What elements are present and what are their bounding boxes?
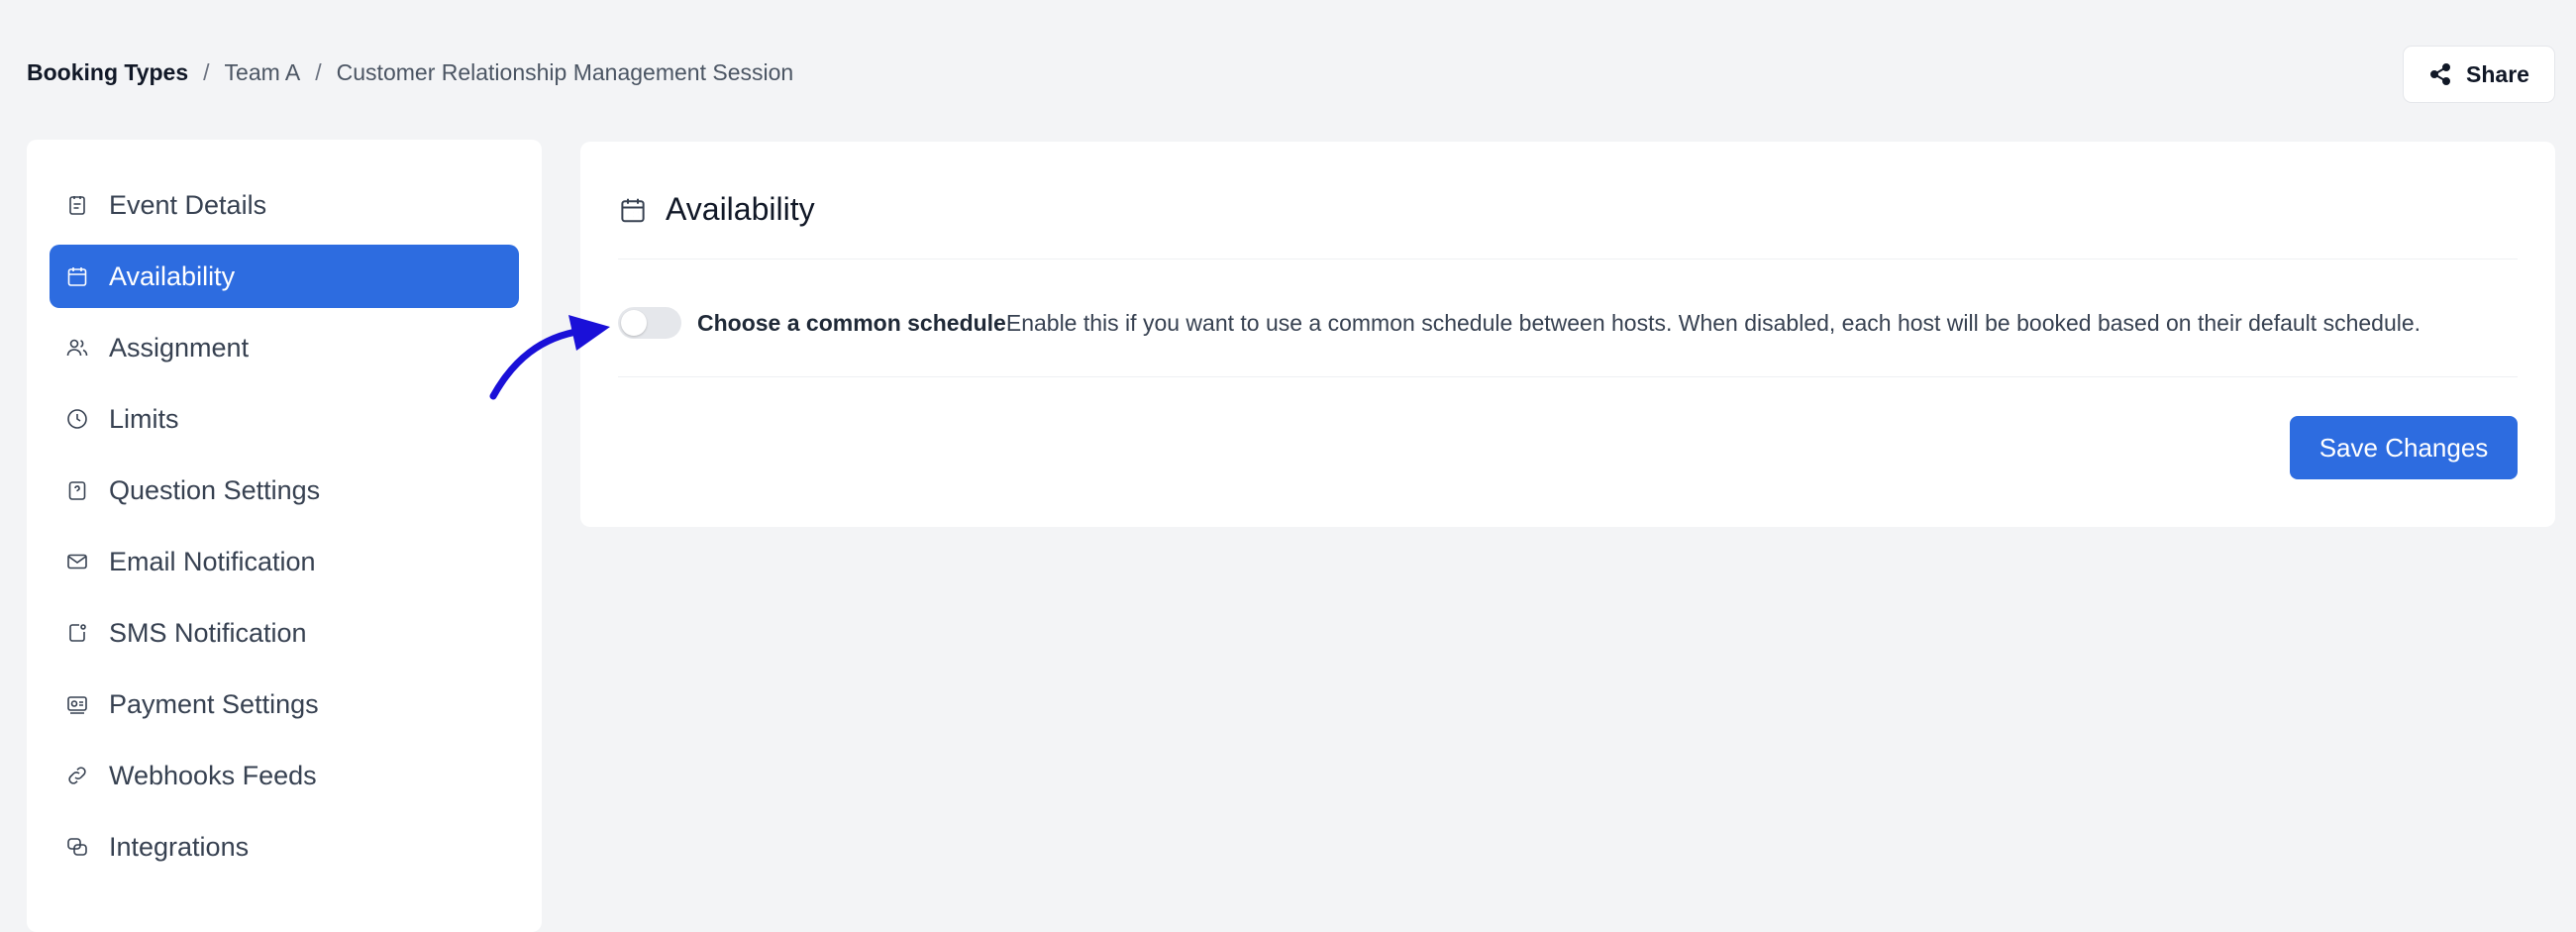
sidebar-item-assignment[interactable]: Assignment — [50, 316, 519, 379]
sidebar-item-event-details[interactable]: Event Details — [50, 173, 519, 237]
divider — [618, 376, 2518, 377]
question-icon — [65, 478, 89, 502]
sidebar-item-label: Email Notification — [109, 546, 316, 576]
payment-icon — [65, 692, 89, 716]
message-icon — [65, 621, 89, 645]
top-bar: Booking Types / Team A / Customer Relati… — [0, 0, 2576, 139]
document-icon — [65, 193, 89, 217]
link-icon — [65, 764, 89, 787]
toggle-knob — [621, 310, 647, 336]
sidebar-item-label: SMS Notification — [109, 617, 307, 648]
breadcrumb-separator: / — [203, 59, 210, 85]
clock-icon — [65, 407, 89, 431]
sidebar-item-limits[interactable]: Limits — [50, 387, 519, 451]
share-button[interactable]: Share — [2403, 46, 2555, 103]
sidebar-item-webhooks-feeds[interactable]: Webhooks Feeds — [50, 744, 519, 807]
sidebar-item-label: Payment Settings — [109, 688, 319, 719]
annotation-arrow-icon — [489, 315, 610, 400]
calendar-icon — [618, 195, 666, 225]
sidebar-item-label: Assignment — [109, 332, 250, 362]
sidebar-item-label: Limits — [109, 403, 179, 434]
share-icon — [2428, 62, 2452, 86]
common-schedule-row: Choose a common schedule Enable this if … — [618, 307, 2421, 339]
breadcrumb-root[interactable]: Booking Types — [27, 59, 188, 86]
users-icon — [65, 336, 89, 360]
common-schedule-toggle[interactable] — [618, 307, 681, 339]
sidebar-item-label: Question Settings — [109, 474, 321, 505]
integrations-icon — [65, 835, 89, 859]
breadcrumb: Booking Types / Team A / Customer Relati… — [27, 59, 793, 86]
calendar-icon — [65, 264, 89, 288]
availability-panel: Availability Choose a common schedule En… — [580, 142, 2555, 527]
breadcrumb-current: Customer Relationship Management Session — [336, 59, 794, 85]
settings-sidebar: Event Details Availability Assignment Li… — [27, 140, 542, 932]
sidebar-item-availability[interactable]: Availability — [50, 245, 519, 308]
sidebar-item-label: Integrations — [109, 831, 250, 862]
save-changes-button[interactable]: Save Changes — [2290, 416, 2518, 479]
sidebar-item-label: Webhooks Feeds — [109, 760, 317, 790]
common-schedule-label[interactable]: Choose a common schedule — [697, 310, 1006, 337]
sidebar-item-payment-settings[interactable]: Payment Settings — [50, 673, 519, 736]
mail-icon — [65, 550, 89, 573]
breadcrumb-team[interactable]: Team A — [225, 59, 301, 86]
share-label: Share — [2466, 60, 2529, 87]
sidebar-item-integrations[interactable]: Integrations — [50, 815, 519, 879]
panel-header: Availability — [618, 191, 815, 228]
sidebar-item-label: Event Details — [109, 189, 267, 220]
sidebar-item-label: Availability — [109, 260, 236, 291]
sidebar-item-question-settings[interactable]: Question Settings — [50, 459, 519, 522]
sidebar-item-sms-notification[interactable]: SMS Notification — [50, 601, 519, 665]
breadcrumb-separator: / — [315, 59, 322, 85]
sidebar-item-email-notification[interactable]: Email Notification — [50, 530, 519, 593]
page-title: Availability — [666, 191, 815, 227]
common-schedule-description: Enable this if you want to use a common … — [1005, 309, 2421, 336]
